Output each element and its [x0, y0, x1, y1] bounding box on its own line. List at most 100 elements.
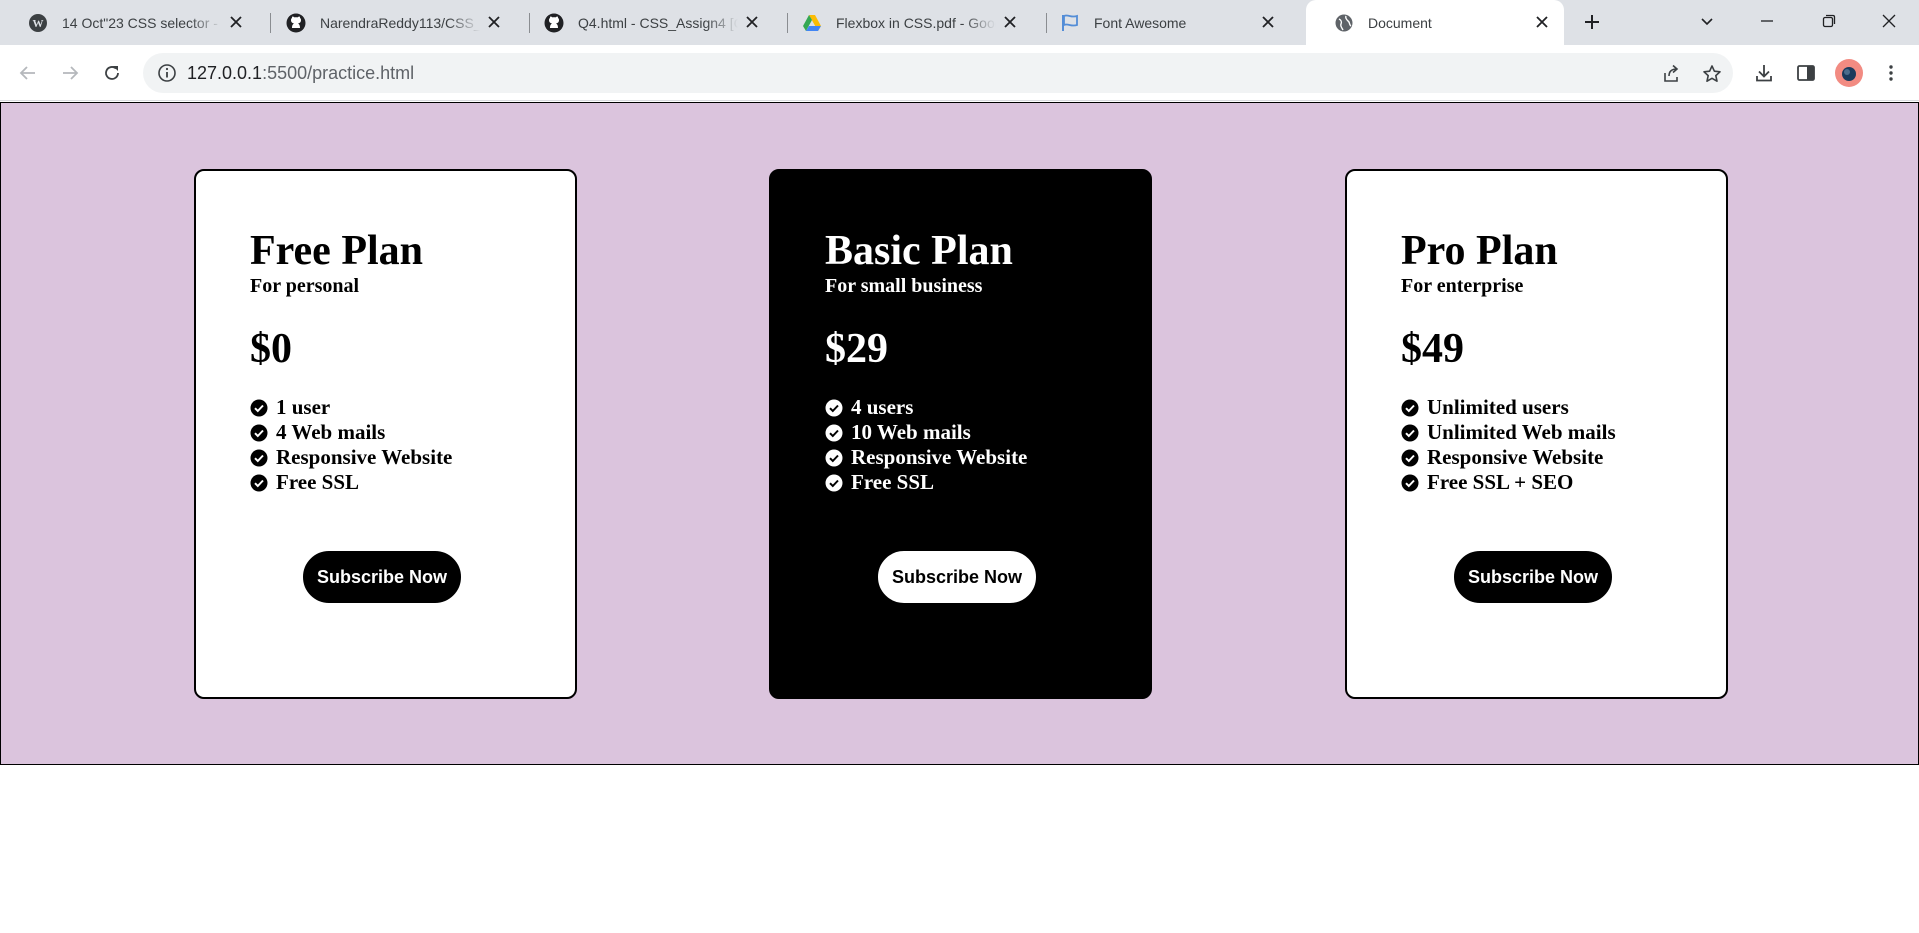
feature-text: Responsive Website [851, 445, 1028, 469]
feature-list: 1 user 4 Web mails Responsive Website Fr… [250, 395, 575, 495]
feature-item: Responsive Website [825, 445, 1150, 470]
close-icon[interactable] [1002, 14, 1018, 30]
check-circle-icon [250, 474, 268, 491]
check-circle-icon [1401, 399, 1419, 416]
check-circle-icon [250, 399, 268, 416]
avatar[interactable] [1835, 59, 1863, 87]
subscribe-button[interactable]: Subscribe Now [303, 551, 461, 603]
side-panel-icon [1797, 65, 1815, 81]
tab-search-button[interactable] [1684, 6, 1730, 36]
feature-item: 1 user [250, 395, 575, 420]
close-icon[interactable] [744, 14, 760, 30]
feature-text: Free SSL [851, 470, 935, 494]
feature-text: Unlimited users [1427, 395, 1569, 419]
tab-flexbox-pdf[interactable]: Flexbox in CSS.pdf - Google [774, 0, 1032, 45]
feature-item: Responsive Website [1401, 445, 1726, 470]
browser-toolbar: 127.0.0.1:5500/practice.html [0, 45, 1919, 101]
arrow-right-icon [63, 66, 79, 80]
forward-button[interactable] [56, 59, 84, 87]
subscribe-button[interactable]: Subscribe Now [1454, 551, 1612, 603]
tab-title: Flexbox in CSS.pdf - Google [836, 14, 996, 31]
tab-strip: W 14 Oct"23 CSS selector - Full Narendra… [0, 0, 1919, 45]
new-tab-button[interactable] [1578, 8, 1606, 36]
downloads-button[interactable] [1750, 59, 1778, 87]
tab-css-selector[interactable]: W 14 Oct"23 CSS selector - Full [0, 0, 258, 45]
url-path: :5500/practice.html [262, 62, 415, 83]
minimize-icon [1761, 20, 1773, 22]
feature-item: Unlimited Web mails [1401, 420, 1726, 445]
pricing-section: Free Plan For personal $0 1 user 4 Web m… [0, 102, 1919, 765]
plan-price: $0 [250, 326, 292, 372]
plan-card-basic: Basic Plan For small business $29 4 user… [769, 169, 1152, 699]
tab-title: Q4.html - CSS_Assign4 [Code [578, 14, 738, 31]
download-icon [1756, 65, 1772, 82]
url-host: 127.0.0.1 [187, 62, 263, 83]
check-circle-icon [825, 424, 843, 441]
feature-text: Free SSL + SEO [1427, 470, 1574, 494]
tab-document[interactable]: Document [1306, 0, 1564, 45]
profile-avatar-icon [1842, 67, 1856, 81]
address-bar[interactable]: 127.0.0.1:5500/practice.html [143, 53, 1733, 93]
close-icon[interactable] [228, 14, 244, 30]
tab-title: Font Awesome [1094, 14, 1187, 31]
feature-item: 4 Web mails [250, 420, 575, 445]
globe-icon [1334, 13, 1354, 33]
restore-button[interactable] [1806, 6, 1852, 36]
chevron-down-icon [1701, 18, 1713, 26]
bookmark-star-icon[interactable] [1701, 63, 1723, 85]
plan-subtitle: For personal [250, 275, 360, 297]
feature-item: Unlimited users [1401, 395, 1726, 420]
check-circle-icon [250, 424, 268, 441]
check-circle-icon [1401, 449, 1419, 466]
plan-price: $29 [825, 326, 888, 372]
check-circle-icon [825, 399, 843, 416]
tab-q4-html[interactable]: Q4.html - CSS_Assign4 [Code [516, 0, 774, 45]
tab-title: NarendraReddy113/CSS_Assi [320, 14, 480, 31]
share-icon[interactable] [1660, 63, 1682, 85]
tab-title: 14 Oct"23 CSS selector - Full [62, 14, 222, 31]
feature-item: Free SSL + SEO [1401, 470, 1726, 495]
plan-card-pro: Pro Plan For enterprise $49 Unlimited us… [1345, 169, 1728, 699]
github-icon [544, 13, 564, 33]
feature-item: 4 users [825, 395, 1150, 420]
feature-list: Unlimited users Unlimited Web mails Resp… [1401, 395, 1726, 495]
plan-name: Free Plan [250, 228, 424, 274]
feature-item: Responsive Website [250, 445, 575, 470]
google-drive-icon [802, 13, 822, 33]
plan-price: $49 [1401, 326, 1464, 372]
side-panel-button[interactable] [1792, 59, 1820, 87]
feature-text: Free SSL [276, 470, 360, 494]
reload-button[interactable] [98, 59, 126, 87]
wordpress-icon: W [28, 13, 48, 33]
info-icon[interactable] [157, 63, 177, 83]
check-circle-icon [1401, 424, 1419, 441]
feature-text: 10 Web mails [851, 420, 971, 444]
feature-item: Free SSL [825, 470, 1150, 495]
feature-text: 4 users [851, 395, 914, 419]
plan-name: Pro Plan [1401, 228, 1558, 274]
close-icon[interactable] [1260, 14, 1276, 30]
plan-card-free: Free Plan For personal $0 1 user 4 Web m… [194, 169, 577, 699]
plus-icon [1585, 15, 1599, 29]
tab-title: Document [1368, 14, 1432, 31]
tab-github-repo[interactable]: NarendraReddy113/CSS_Assi [258, 0, 516, 45]
feature-text: 4 Web mails [276, 420, 386, 444]
check-circle-icon [825, 474, 843, 491]
feature-text: Responsive Website [276, 445, 453, 469]
check-circle-icon [250, 449, 268, 466]
tab-font-awesome[interactable]: Font Awesome [1032, 0, 1290, 45]
kebab-menu-icon [1889, 65, 1893, 81]
plan-subtitle: For small business [825, 275, 983, 297]
menu-button[interactable] [1877, 59, 1905, 87]
subscribe-button[interactable]: Subscribe Now [878, 551, 1036, 603]
feature-text: Responsive Website [1427, 445, 1604, 469]
close-window-button[interactable] [1866, 6, 1912, 36]
plan-subtitle: For enterprise [1401, 275, 1524, 297]
minimize-button[interactable] [1744, 6, 1790, 36]
close-icon[interactable] [1534, 14, 1550, 30]
svg-text:W: W [33, 18, 44, 30]
close-icon[interactable] [486, 14, 502, 30]
back-button[interactable] [14, 59, 42, 87]
github-icon [286, 13, 306, 33]
plan-name: Basic Plan [825, 228, 1013, 274]
